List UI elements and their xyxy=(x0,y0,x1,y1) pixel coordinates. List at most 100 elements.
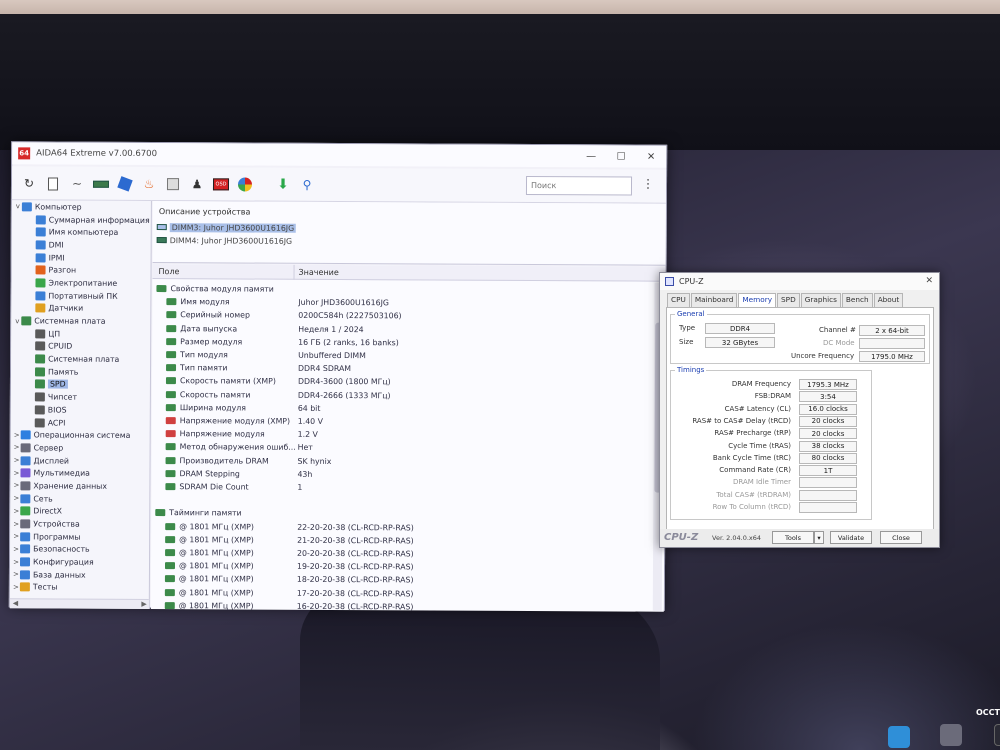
tab-memory[interactable]: Memory xyxy=(738,293,777,307)
tree-item[interactable]: BIOS xyxy=(11,403,150,416)
tree-item[interactable]: > Операционная система xyxy=(11,429,150,442)
tab-bench[interactable]: Bench xyxy=(841,293,873,307)
field-value: 1.40 V xyxy=(297,416,323,427)
tree-item-label: Операционная система xyxy=(33,430,131,441)
tree-expander-icon[interactable]: > xyxy=(12,571,20,579)
tree-expander-icon[interactable]: > xyxy=(12,507,20,515)
desktop-app-icon[interactable] xyxy=(940,724,962,746)
column-divider[interactable] xyxy=(293,264,295,280)
tree-item[interactable]: > Устройства xyxy=(10,517,149,530)
tree-item[interactable]: CPUID xyxy=(11,340,150,353)
tree-expander-icon[interactable]: > xyxy=(12,469,20,477)
memory-module-icon xyxy=(165,483,176,491)
aida-window-title: AIDA64 Extreme v7.00.6700 xyxy=(36,148,158,160)
tab-about[interactable]: About xyxy=(873,293,904,307)
device-list-item[interactable]: DIMM3: Juhor JHD3600U1616JG xyxy=(156,221,297,234)
download-arrow-icon[interactable]: ⬇ xyxy=(274,176,292,194)
tree-item[interactable]: Портативный ПК xyxy=(11,289,150,302)
occt-desktop-label[interactable]: OCCT xyxy=(976,708,1000,717)
tree-item[interactable]: Системная плата xyxy=(11,353,150,366)
tree-item[interactable]: v Системная плата xyxy=(11,314,150,327)
scroll-left-icon[interactable]: ◀ xyxy=(13,599,18,608)
tree-item[interactable]: Датчики xyxy=(11,302,150,315)
minimize-icon[interactable]: — xyxy=(576,145,606,167)
tree-item[interactable]: > Мультимедиа xyxy=(10,467,149,480)
aida-titlebar[interactable]: 64 AIDA64 Extreme v7.00.6700 — ☐ ✕ xyxy=(12,142,667,168)
tree-expander-icon[interactable]: > xyxy=(13,456,21,464)
tree-item[interactable]: SPD xyxy=(11,378,150,391)
gauge-icon[interactable] xyxy=(236,175,254,193)
close-button[interactable]: Close xyxy=(880,531,922,544)
field-value: 1 xyxy=(297,482,303,492)
tools-dropdown-icon[interactable]: ▾ xyxy=(814,531,824,544)
tab-mainboard[interactable]: Mainboard xyxy=(690,293,738,307)
database-icon xyxy=(19,570,30,580)
column-header-value[interactable]: Значение xyxy=(299,267,339,276)
tree-item[interactable]: Суммарная информация xyxy=(12,213,151,226)
desktop-app-icon[interactable] xyxy=(888,726,910,748)
scroll-right-icon[interactable]: ▶ xyxy=(141,600,146,609)
tree-item[interactable]: Электропитание xyxy=(11,276,150,289)
tree-expander-icon[interactable]: > xyxy=(12,558,20,566)
tree-item[interactable]: Разгон xyxy=(12,264,151,277)
close-icon[interactable]: ✕ xyxy=(636,146,666,168)
osd-icon[interactable]: OSD xyxy=(212,175,230,193)
validate-button[interactable]: Validate xyxy=(830,531,872,544)
tree-expander-icon[interactable]: v xyxy=(13,317,21,325)
tree-expander-icon[interactable]: > xyxy=(12,494,20,502)
tree-item[interactable]: v Компьютер xyxy=(12,200,151,213)
aida-toolbar: ↻ ∼ ♨ ♟ OSD ⬇ ⚲ ⋮ xyxy=(11,166,667,204)
tools-button[interactable]: Tools xyxy=(772,531,814,544)
tree-item[interactable]: Память xyxy=(11,365,150,378)
user-icon[interactable]: ♟ xyxy=(188,175,206,193)
tree-item[interactable]: ЦП xyxy=(11,327,150,340)
tree-item[interactable]: > Конфигурация xyxy=(10,556,149,569)
ram-icon[interactable] xyxy=(92,175,110,193)
tree-item[interactable]: > Сеть xyxy=(10,492,149,505)
refresh-icon[interactable]: ↻ xyxy=(20,174,38,192)
tab-spd[interactable]: SPD xyxy=(777,293,800,307)
search-icon[interactable]: ⚲ xyxy=(298,176,316,194)
device-list-item[interactable]: DIMM4: Juhor JHD3600U1616JG xyxy=(156,234,292,247)
tree-item[interactable]: > База данных xyxy=(10,568,149,581)
flame-icon[interactable]: ♨ xyxy=(140,175,158,193)
close-icon[interactable]: ✕ xyxy=(925,276,933,286)
benchmark-icon[interactable] xyxy=(164,175,182,193)
tree-expander-icon[interactable]: > xyxy=(12,583,20,591)
maximize-icon[interactable]: ☐ xyxy=(606,145,636,167)
timing-value: 1T xyxy=(799,465,857,477)
tree-expander-icon[interactable]: > xyxy=(12,545,20,553)
hardware-icon[interactable] xyxy=(116,175,134,193)
tab-cpu[interactable]: CPU xyxy=(667,293,690,307)
timing-label: RAS# Precharge (tRP) xyxy=(714,429,791,438)
field-value: 16-20-20-38 (CL-RCD-RP-RAS) xyxy=(296,601,414,612)
voltage-icon xyxy=(165,430,176,438)
tree-item[interactable]: > Сервер xyxy=(11,441,150,454)
tree-item[interactable]: > Безопасность xyxy=(10,543,149,556)
tree-item[interactable]: > Дисплей xyxy=(11,454,150,467)
tree-expander-icon[interactable]: v xyxy=(14,203,22,211)
tree-item[interactable]: > Программы xyxy=(10,530,149,543)
tree-item[interactable]: > Тесты xyxy=(10,581,149,594)
tree-item[interactable]: ACPI xyxy=(11,416,150,429)
search-input[interactable] xyxy=(525,175,633,196)
cpuz-titlebar[interactable]: CPU-Z ✕ xyxy=(660,273,939,290)
desktop-app-icon[interactable] xyxy=(994,724,1000,746)
tree-expander-icon[interactable]: > xyxy=(12,520,20,528)
cable-icon[interactable]: ∼ xyxy=(68,175,86,193)
tree-expander-icon[interactable]: > xyxy=(13,431,21,439)
tree-expander-icon[interactable]: > xyxy=(12,533,20,541)
report-icon[interactable] xyxy=(44,174,62,192)
tree-item[interactable]: Чипсет xyxy=(11,391,150,404)
tree-item[interactable]: DMI xyxy=(12,238,151,251)
tree-item[interactable]: Имя компьютера xyxy=(12,226,151,239)
tree-item[interactable]: > Хранение данных xyxy=(10,479,149,492)
column-header-field[interactable]: Поле xyxy=(159,267,180,276)
tree-item[interactable]: IPMI xyxy=(12,251,151,264)
tree-expander-icon[interactable]: > xyxy=(13,444,21,452)
more-options-icon[interactable]: ⋮ xyxy=(642,177,654,196)
tree-expander-icon[interactable]: > xyxy=(12,482,20,490)
tree-horizontal-scrollbar[interactable]: ◀ ▶ xyxy=(9,598,150,610)
tree-item[interactable]: > DirectX xyxy=(10,505,149,518)
tab-graphics[interactable]: Graphics xyxy=(800,293,841,307)
